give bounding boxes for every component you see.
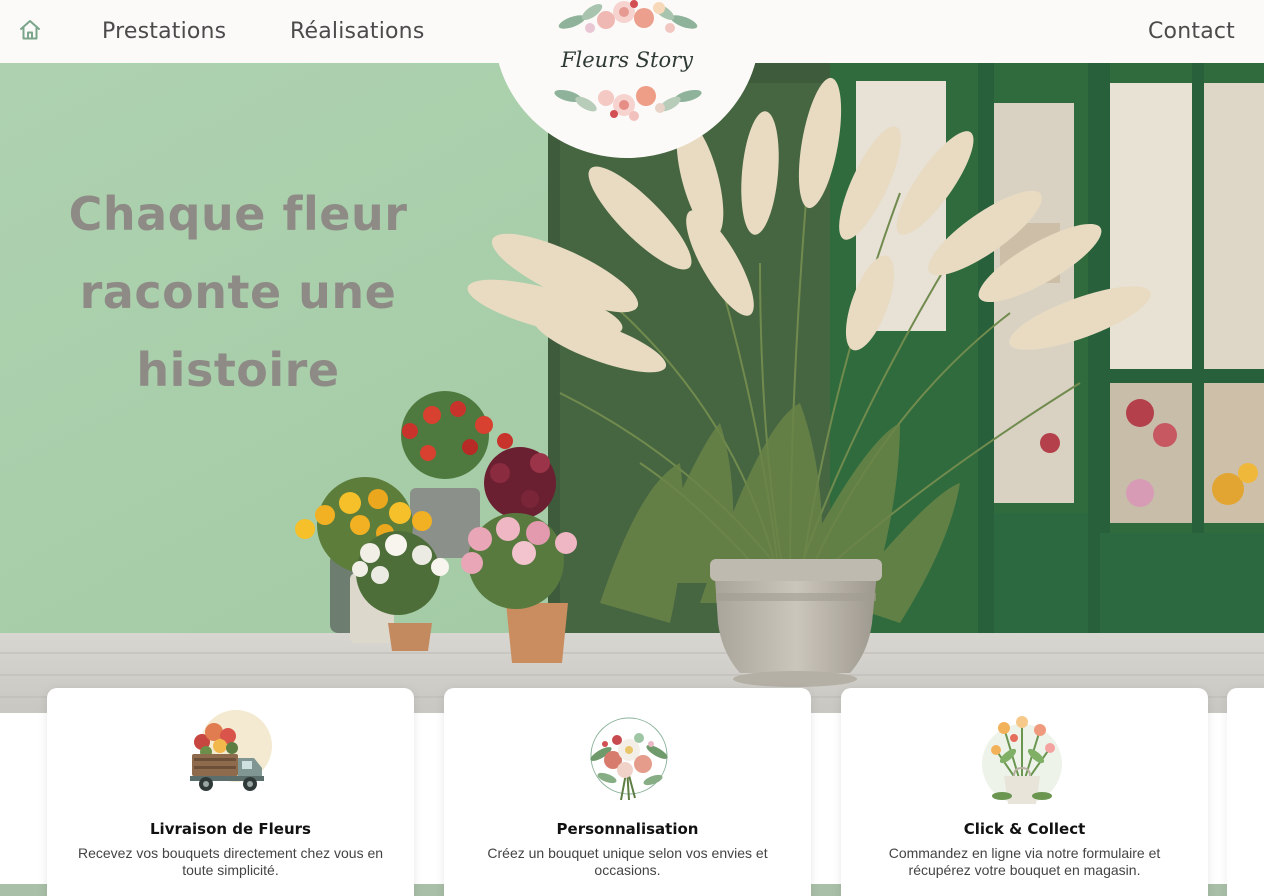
service-card-delivery[interactable]: Livraison de Fleurs Recevez vos bouquets… <box>47 688 414 896</box>
service-title: Click & Collect <box>963 820 1086 838</box>
service-card-click-collect[interactable]: Click & Collect Commandez en ligne via n… <box>841 688 1208 896</box>
hero-title-line-2: raconte une <box>79 265 397 319</box>
hero-title-line-1: Chaque fleur <box>68 187 408 241</box>
brand-name: Fleurs Story <box>560 48 694 72</box>
service-description: Commandez en ligne via notre formulaire … <box>888 845 1161 878</box>
brand-logo[interactable]: Fleurs Story <box>494 0 760 158</box>
service-title: Personnalisation <box>556 820 699 838</box>
delivery-truck-icon <box>190 710 272 791</box>
service-description: Créez un bouquet unique selon vos envies… <box>487 845 768 878</box>
nav-link-realisations[interactable]: Réalisations <box>290 19 425 44</box>
service-description: Recevez vos bouquets directement chez vo… <box>77 845 384 878</box>
nav-link-contact[interactable]: Contact <box>1148 19 1235 44</box>
service-card-personalization[interactable]: Personnalisation Créez un bouquet unique… <box>444 688 811 896</box>
flower-bag-icon <box>982 716 1062 804</box>
nav-link-prestations[interactable]: Prestations <box>102 19 226 44</box>
hero-banner: Chaque fleur raconte une histoire <box>0 63 1264 713</box>
hero-title: Chaque fleur raconte une histoire <box>0 175 476 409</box>
bouquet-icon <box>590 717 668 801</box>
floral-wreath-icon <box>554 0 702 121</box>
hero-title-line-3: histoire <box>136 343 340 397</box>
home-icon[interactable] <box>18 18 42 42</box>
service-card-partial[interactable] <box>1227 688 1264 896</box>
service-title: Livraison de Fleurs <box>150 820 311 838</box>
